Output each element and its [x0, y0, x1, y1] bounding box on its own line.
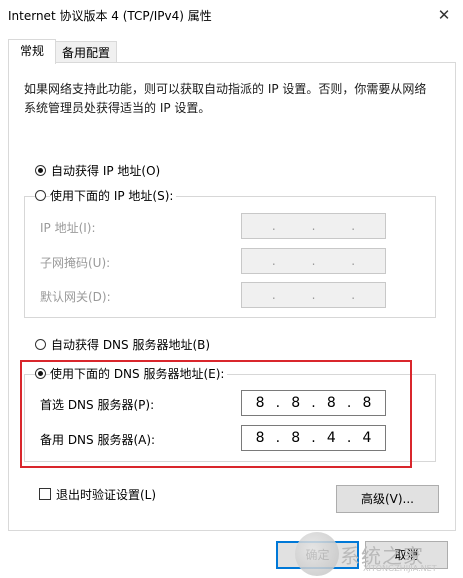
radio-manual-ip-label[interactable]: 使用下面的 IP 地址(S):: [50, 187, 177, 204]
subnet-mask-label: 子网掩码(U):: [40, 256, 111, 270]
radio-auto-ip-label[interactable]: 自动获得 IP 地址(O): [51, 162, 160, 179]
validate-checkbox[interactable]: [39, 488, 51, 500]
ip-address-input: ...: [241, 213, 386, 239]
subnet-mask-input: ...: [241, 248, 386, 274]
tab-alternate-config[interactable]: 备用配置: [55, 41, 117, 64]
advanced-button[interactable]: 高级(V)...: [336, 485, 439, 513]
description-text: 如果网络支持此功能，则可以获取自动指派的 IP 设置。否则，你需要从网络系统管理…: [24, 82, 427, 115]
default-gateway-input: ...: [241, 282, 386, 308]
radio-auto-ip[interactable]: [35, 165, 46, 176]
validate-checkbox-label[interactable]: 退出时验证设置(L): [56, 486, 156, 503]
window-title: Internet 协议版本 4 (TCP/IPv4) 属性: [8, 9, 212, 23]
radio-manual-ip[interactable]: [35, 190, 46, 201]
close-icon[interactable]: ✕: [434, 5, 454, 25]
default-gateway-label: 默认网关(D):: [40, 290, 111, 304]
tab-general[interactable]: 常规: [8, 39, 56, 64]
watermark-subtext: XITONGZHIJIA.NET: [363, 564, 437, 573]
radio-auto-dns-label[interactable]: 自动获得 DNS 服务器地址(B): [51, 336, 210, 353]
ip-address-label: IP 地址(I):: [40, 221, 96, 235]
tab-divider: [54, 62, 455, 63]
watermark-logo: [295, 532, 339, 576]
radio-auto-dns[interactable]: [35, 339, 46, 350]
highlight-box: [20, 360, 412, 468]
